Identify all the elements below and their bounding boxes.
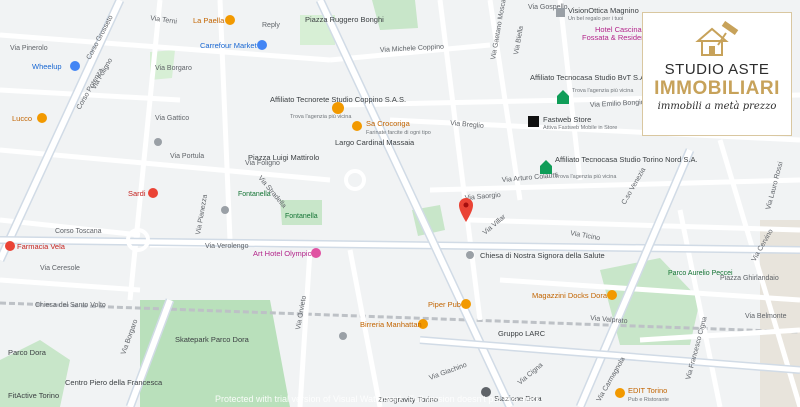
info-icon[interactable] bbox=[154, 138, 162, 146]
label-via-borgaro-top: Via Borgaro bbox=[155, 65, 192, 72]
label-gruppo-larc: Gruppo LARC bbox=[498, 329, 546, 338]
poi-sardi[interactable]: Sardi bbox=[128, 189, 146, 198]
docks-icon[interactable] bbox=[607, 290, 617, 300]
pin-dot bbox=[463, 202, 469, 208]
poi-tecnocasa-2-sub: Trova l'agenzia più vicina bbox=[555, 174, 617, 180]
la-paella-icon[interactable] bbox=[225, 15, 235, 25]
watermark-text: Protected with trial version of Visual W… bbox=[215, 394, 542, 404]
poi-fitactive[interactable]: FitActive Torino bbox=[8, 391, 59, 400]
label-via-gattico: Via Gattico bbox=[155, 115, 189, 122]
label-via-ceresole: Via Ceresole bbox=[40, 265, 80, 272]
poi-reply[interactable]: Reply bbox=[262, 22, 280, 29]
poi-tecnocasa-1-sub: Trova l'agenzia più vicina bbox=[572, 88, 634, 94]
poi-visionottica-sub: Un bel regalo per i tuoi bbox=[568, 16, 623, 22]
poi-tecnorete-sub: Trova l'agenzia più vicina bbox=[290, 114, 352, 120]
label-fontanella-1: Fontanella bbox=[238, 191, 271, 198]
poi-tecnorete[interactable]: Affiliato Tecnorete Studio Coppino S.A.S… bbox=[270, 95, 406, 104]
church-icon[interactable] bbox=[466, 251, 474, 259]
label-parco-dora: Parco Dora bbox=[8, 348, 47, 357]
poi-fastweb[interactable]: Fastweb Store bbox=[543, 115, 591, 124]
label-largo-massaia: Largo Cardinal Massaia bbox=[335, 138, 415, 147]
poi-la-paella[interactable]: La Paella bbox=[193, 16, 225, 25]
poi-birreria[interactable]: Birreria Manhattan bbox=[360, 320, 422, 329]
carrefour-icon[interactable] bbox=[257, 40, 267, 50]
logo-line3: immobili a metà prezzo bbox=[657, 101, 777, 112]
logo-line1: STUDIO ASTE bbox=[664, 61, 770, 78]
poi-carrefour[interactable]: Carrefour Market bbox=[200, 41, 258, 50]
poi-tecnocasa-2[interactable]: Affiliato Tecnocasa Studio Torino Nord S… bbox=[555, 155, 698, 164]
edit-icon[interactable] bbox=[615, 388, 625, 398]
poi-farmacia-vela[interactable]: Farmacia Vela bbox=[17, 242, 66, 251]
poi-sa-crocoriga-sub: Farinate farcite di ogni tipo bbox=[366, 130, 431, 136]
label-via-belmonte: Via Belmonte bbox=[745, 313, 787, 320]
label-chiesa-santo-volto: Chiesa del Santo Volto bbox=[35, 302, 106, 309]
gavel-house-icon bbox=[695, 21, 739, 56]
fastweb-icon[interactable] bbox=[528, 116, 539, 127]
poi-wheelup[interactable]: Wheelup bbox=[32, 62, 62, 71]
poi-edit-sub: Pub e Ristorante bbox=[628, 397, 669, 403]
info-icon[interactable] bbox=[339, 332, 347, 340]
label-piazza-ruggero: Piazza Ruggero Bonghi bbox=[305, 15, 384, 24]
info-icon[interactable] bbox=[221, 206, 229, 214]
label-centro-piero: Centro Piero della Francesca bbox=[65, 378, 163, 387]
label-via-pinerolo: Via Pinerolo bbox=[10, 45, 48, 52]
logo-line2: IMMOBILIARI bbox=[654, 78, 780, 99]
poi-tecnocasa-1[interactable]: Affiliato Tecnocasa Studio BvT S.A.S. bbox=[530, 73, 654, 82]
poi-visionottica[interactable]: VisionOttica Magnino bbox=[568, 6, 639, 15]
pub-icon[interactable] bbox=[461, 299, 471, 309]
lucco-icon[interactable] bbox=[37, 113, 47, 123]
label-via-verolengo: Via Verolengo bbox=[205, 243, 249, 250]
poi-docks-dora[interactable]: Magazzini Docks Dora bbox=[532, 291, 608, 300]
poi-piper-pub[interactable]: Piper Pub bbox=[428, 300, 461, 309]
poi-sa-crocoriga[interactable]: Sa Crocoriga bbox=[366, 119, 411, 128]
label-piazza-mattirolo: Piazza Luigi Mattirolo bbox=[248, 153, 319, 162]
visionottica-icon[interactable] bbox=[556, 8, 565, 17]
studio-aste-logo[interactable]: STUDIO ASTE IMMOBILIARI immobili a metà … bbox=[642, 12, 792, 136]
poi-chiesa-nostra[interactable]: Chiesa di Nostra Signora della Salute bbox=[480, 251, 605, 260]
crocoriga-icon[interactable] bbox=[352, 121, 362, 131]
wheelup-icon[interactable] bbox=[70, 61, 80, 71]
label-corso-toscana: Corso Toscana bbox=[55, 228, 102, 235]
label-fontanella-2: Fontanella bbox=[285, 213, 318, 220]
poi-fastweb-sub: Attiva Fastweb Mobile in Store bbox=[543, 125, 617, 131]
label-skatepark: Skatepark Parco Dora bbox=[175, 335, 250, 344]
poi-edit[interactable]: EDIT Torino bbox=[628, 386, 667, 395]
sardi-icon[interactable] bbox=[148, 188, 158, 198]
label-parco-peccei: Parco Aurelio Peccei bbox=[668, 270, 733, 277]
poi-lucco[interactable]: Lucco bbox=[12, 114, 32, 123]
label-via-portula: Via Portula bbox=[170, 153, 204, 160]
poi-art-hotel[interactable]: Art Hotel Olympic bbox=[253, 249, 312, 258]
farmacia-icon[interactable] bbox=[5, 241, 15, 251]
hotel-icon[interactable] bbox=[311, 248, 321, 258]
